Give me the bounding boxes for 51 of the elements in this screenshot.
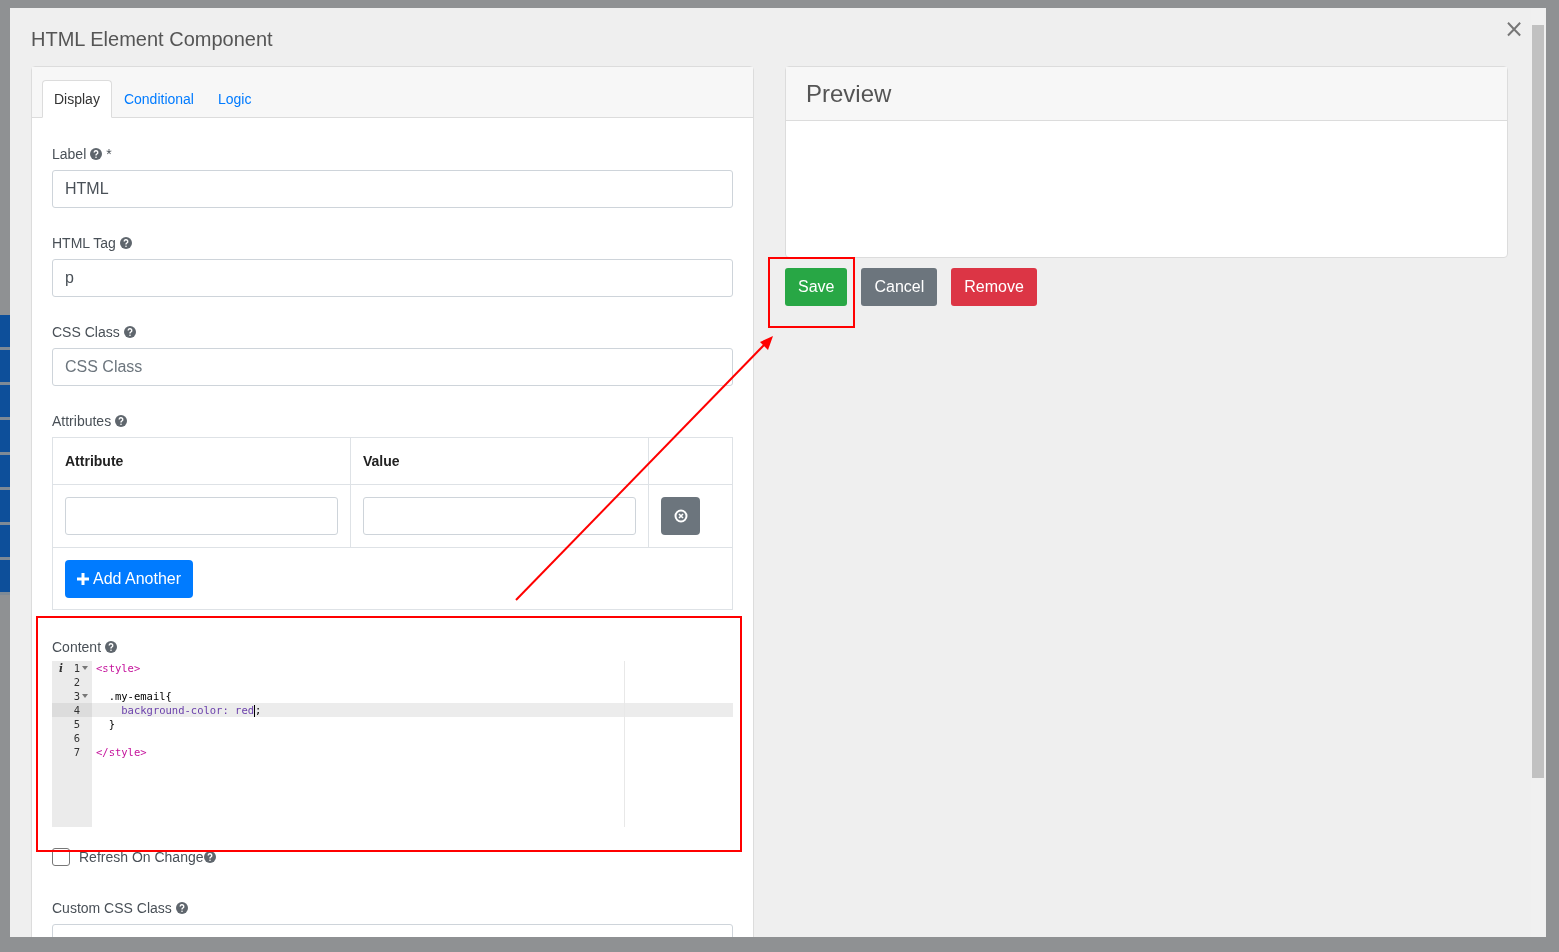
save-button[interactable]: Save [785,268,848,306]
tab[interactable]: Conditional [111,80,206,118]
input-field[interactable]: CSS Class [52,348,733,386]
line-number: 2 [73,675,80,689]
input-field[interactable]: p [52,259,733,297]
field-label: Attributes [52,412,112,429]
line-number: 6 [73,731,80,745]
plus-icon [77,573,89,585]
help-icon [115,414,128,427]
column-header: Attribute [65,453,124,469]
help-icon [105,640,118,653]
help-icon [175,901,188,914]
code-line: } [107,718,115,730]
help-icon [203,851,216,863]
info-marker: i [59,661,63,675]
fold-icon [82,694,88,698]
fold-icon [82,666,88,670]
column-header: Value [363,453,400,469]
field-label: CSS Class [52,323,120,340]
help-icon [123,325,136,338]
preview-title: Preview [806,79,892,108]
help-icon [119,236,132,249]
cancel-button[interactable]: Cancel [861,268,938,306]
tab[interactable]: Logic [205,80,264,118]
field-label: Content [52,638,102,655]
dialog-title: HTML Element Component [31,28,273,51]
required-mark: * [106,145,112,162]
checkbox-label: Refresh On Change [79,849,204,865]
input-field[interactable] [363,497,636,535]
line-number: 4 [73,703,80,717]
tab[interactable]: Display [42,80,112,118]
line-number: 5 [73,717,80,731]
line-number: 7 [73,745,80,759]
remove-button[interactable]: Remove [951,268,1037,306]
field-label: Label [52,145,87,162]
help-icon [90,147,103,160]
remove-row-button[interactable] [661,497,700,535]
code-line: <style> [96,662,141,674]
input-field[interactable] [65,497,338,535]
code-line: </style> [96,746,147,758]
field-label: Custom CSS Class [52,899,172,916]
code-line: .my-email{ [107,690,172,702]
add-another-button[interactable]: Add Another [65,560,194,598]
code-line: background-color: red; [120,704,262,716]
line-number: 3 [73,689,80,703]
line-number: 1 [73,661,80,675]
close-button[interactable]: × [1503,14,1524,43]
remove-icon [673,509,688,523]
input-field[interactable]: HTML [52,170,733,208]
field-label: HTML Tag [52,234,116,251]
code-editor[interactable]: i 1 2 3 4 5 6 7 <style> .my-email{ background-color: red; } </style> [52,661,733,827]
